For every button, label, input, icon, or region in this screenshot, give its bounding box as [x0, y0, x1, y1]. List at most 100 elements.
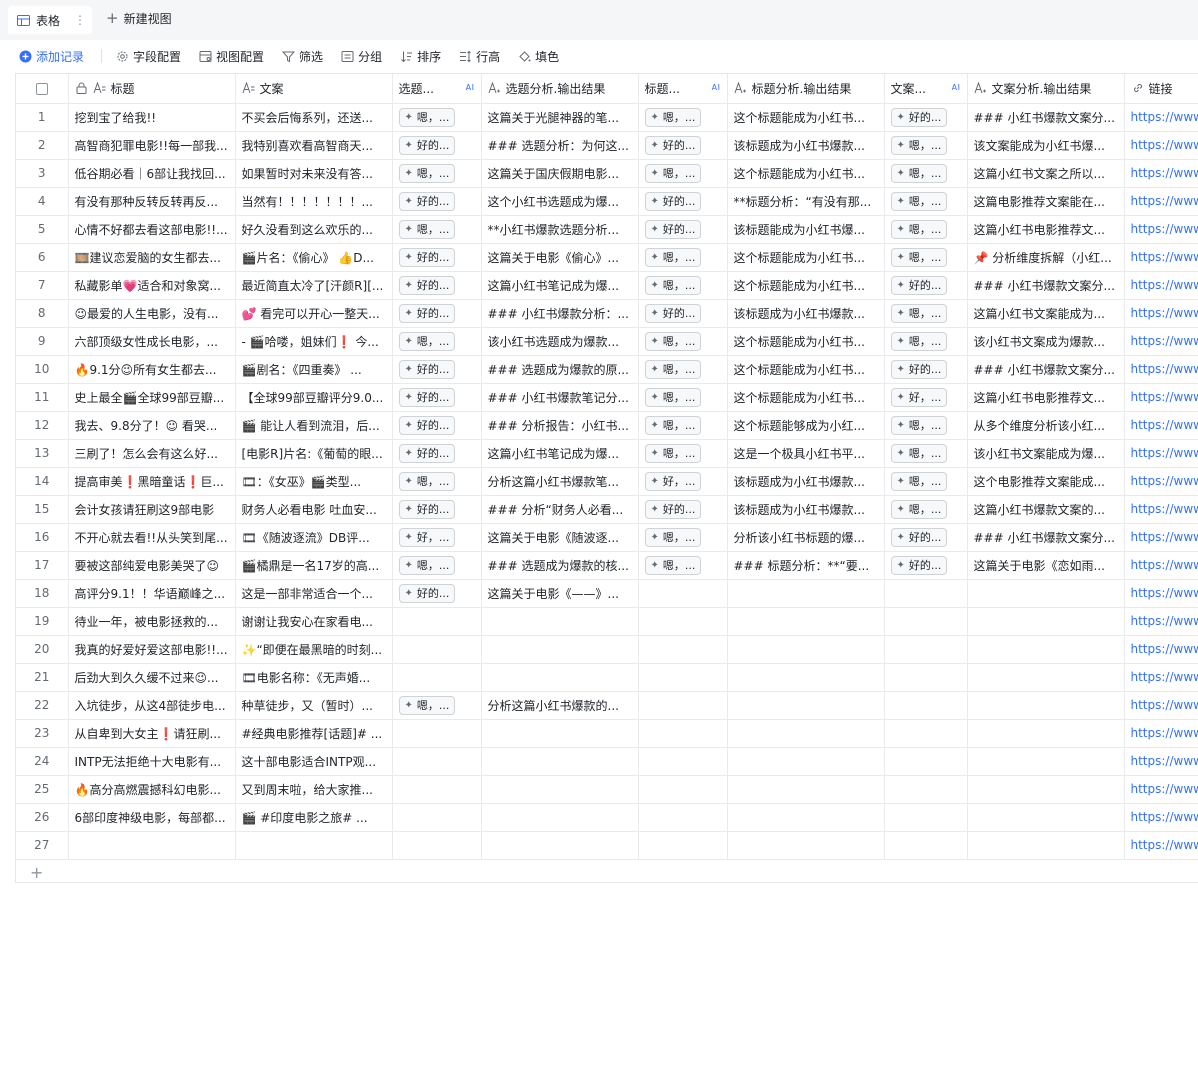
cell-title[interactable]: 高评分9.1！！华语巅峰之... — [68, 579, 236, 608]
cell-title-out[interactable]: 这个标题能成为小红书... — [727, 103, 885, 132]
row-height-button[interactable]: 行高 — [458, 44, 500, 68]
sort-button[interactable]: 排序 — [399, 44, 441, 68]
cell-title[interactable]: 从自卑到大女主❗请狂刷... — [68, 719, 236, 748]
table-row[interactable]: 25 🔥高分高燃震撼科幻电影... 又到周末啦，给大家推... https://www — [16, 775, 1198, 804]
cell-title[interactable]: 要被这部纯爱电影美哭了😉 — [68, 551, 236, 580]
table-row[interactable]: 5 心情不好都去看这部电影!!... 好久没看到这么欢乐的... ✦ 嗯，... **小红… — [16, 215, 1198, 244]
ai-result-chip[interactable]: ✦ 嗯，... — [398, 163, 456, 183]
cell-title[interactable]: 私藏影单💗适合和对象窝... — [68, 271, 236, 300]
cell-title[interactable]: 后劲大到久久缓不过来😉... — [68, 663, 236, 692]
column-header-title-ai[interactable]: 标题... AI — [638, 74, 728, 104]
ai-result-chip[interactable]: ✦ 好的... — [890, 275, 948, 295]
cell-title-out[interactable] — [727, 747, 885, 776]
link-text[interactable]: https://www — [1131, 782, 1198, 796]
cell-topic[interactable]: ✦ 嗯，... — [392, 551, 482, 580]
link-text[interactable]: https://www — [1131, 390, 1198, 404]
table-row[interactable]: 14 提高审美❗黑暗童话❗巨... 🎞：《女巫》🎬类型... ✦ 嗯，... 分析这篇小红… — [16, 467, 1198, 496]
cell-copy[interactable] — [235, 831, 393, 860]
cell-copy-out[interactable]: ### 小红书爆款文案分... — [967, 355, 1125, 384]
ai-result-chip[interactable]: ✦ 嗯，... — [644, 527, 702, 547]
ai-result-chip[interactable]: ✦ 好的... — [398, 275, 456, 295]
cell-title-out[interactable]: 这个标题能成为小红书... — [727, 327, 885, 356]
cell-title-out[interactable]: 这个标题能成为小红书... — [727, 383, 885, 412]
link-text[interactable]: https://www — [1131, 642, 1198, 656]
cell-copy[interactable]: 🎞：《女巫》🎬类型... — [235, 467, 393, 496]
cell-copy[interactable]: 这是一部非常适合一个... — [235, 579, 393, 608]
cell-topic-out[interactable]: ### 分析报告：小红书... — [481, 411, 639, 440]
cell-title[interactable]: 六部顶级女性成长电影，... — [68, 327, 236, 356]
group-button[interactable]: 分组 — [340, 44, 382, 68]
link-text[interactable]: https://www — [1131, 362, 1198, 376]
cell-copy-out[interactable]: ### 小红书爆款文案分... — [967, 271, 1125, 300]
cell-topic-out[interactable]: 分析这篇小红书爆款笔... — [481, 467, 639, 496]
cell-link[interactable]: https://www — [1124, 103, 1198, 132]
ai-result-chip[interactable]: ✦ 好的... — [644, 499, 702, 519]
cell-topic-out[interactable]: 这篇关于国庆假期电影... — [481, 159, 639, 188]
cell-topic-out[interactable]: **小红书爆款选题分析... — [481, 215, 639, 244]
cell-topic-out[interactable] — [481, 719, 639, 748]
cell-link[interactable]: https://www — [1124, 215, 1198, 244]
link-text[interactable]: https://www — [1131, 278, 1198, 292]
cell-link[interactable]: https://www — [1124, 551, 1198, 580]
cell-title-ai[interactable]: ✦ 好的... — [638, 215, 728, 244]
cell-topic-out[interactable]: 这篇关于电影《——》... — [481, 579, 639, 608]
cell-copy[interactable]: 我特别喜欢看高智商天... — [235, 131, 393, 160]
cell-title-out[interactable]: 该标题成为小红书爆款... — [727, 467, 885, 496]
select-all-checkbox[interactable] — [16, 74, 69, 104]
cell-title-ai[interactable] — [638, 747, 728, 776]
link-text[interactable]: https://www — [1131, 726, 1198, 740]
ai-result-chip[interactable]: ✦ 嗯，... — [644, 443, 702, 463]
cell-title-out[interactable] — [727, 607, 885, 636]
cell-copy[interactable]: 🎬橘鼎是一名17岁的高... — [235, 551, 393, 580]
ai-result-chip[interactable]: ✦ 好的... — [398, 191, 456, 211]
cell-copy-ai[interactable] — [884, 579, 968, 608]
cell-link[interactable]: https://www — [1124, 691, 1198, 720]
cell-copy-out[interactable]: 这篇小红书电影推荐文... — [967, 383, 1125, 412]
fill-color-button[interactable]: 填色 — [517, 44, 559, 68]
link-text[interactable]: https://www — [1131, 838, 1198, 852]
cell-topic-out[interactable]: ### 选题成为爆款的核... — [481, 551, 639, 580]
cell-title[interactable]: 😉最爱的人生电影，没有... — [68, 299, 236, 328]
cell-copy[interactable]: 【全球99部豆瓣评分9.0... — [235, 383, 393, 412]
cell-topic-out[interactable]: 该小红书选题成为爆款... — [481, 327, 639, 356]
link-text[interactable]: https://www — [1131, 250, 1198, 264]
cell-title-out[interactable]: 该标题成为小红书爆款... — [727, 131, 885, 160]
table-row[interactable]: 2 高智商犯罪电影!!每一部我... 我特别喜欢看高智商天... ✦ 好的... ### … — [16, 131, 1198, 160]
cell-title-ai[interactable] — [638, 803, 728, 832]
ai-result-chip[interactable]: ✦ 好的... — [644, 191, 702, 211]
ai-result-chip[interactable]: ✦ 嗯，... — [398, 695, 456, 715]
cell-topic[interactable]: ✦ 嗯，... — [392, 691, 482, 720]
cell-title-ai[interactable]: ✦ 好的... — [638, 131, 728, 160]
cell-copy-out[interactable] — [967, 803, 1125, 832]
cell-topic-out[interactable]: ### 选题成为爆款的原... — [481, 355, 639, 384]
ai-result-chip[interactable]: ✦ 嗯，... — [644, 247, 702, 267]
link-text[interactable]: https://www — [1131, 110, 1198, 124]
column-header-topic-ai[interactable]: 选题... AI — [392, 74, 482, 104]
cell-title[interactable]: 心情不好都去看这部电影!!... — [68, 215, 236, 244]
link-text[interactable]: https://www — [1131, 222, 1198, 236]
cell-link[interactable]: https://www — [1124, 467, 1198, 496]
cell-title-ai[interactable] — [638, 607, 728, 636]
table-row[interactable]: 19 待业一年，被电影拯救的... 谢谢让我安心在家看电... https://www — [16, 607, 1198, 636]
cell-copy[interactable]: 谢谢让我安心在家看电... — [235, 607, 393, 636]
cell-link[interactable]: https://www — [1124, 187, 1198, 216]
cell-copy-out[interactable]: 这篇关于电影《恋如雨... — [967, 551, 1125, 580]
cell-copy-ai[interactable] — [884, 831, 968, 860]
cell-topic-out[interactable] — [481, 663, 639, 692]
cell-topic[interactable]: ✦ 好的... — [392, 411, 482, 440]
cell-link[interactable]: https://www — [1124, 803, 1198, 832]
ai-result-chip[interactable]: ✦ 好的... — [644, 135, 702, 155]
link-text[interactable]: https://www — [1131, 446, 1198, 460]
cell-link[interactable]: https://www — [1124, 271, 1198, 300]
cell-title-ai[interactable]: ✦ 嗯，... — [638, 551, 728, 580]
table-row[interactable]: 24 INTP无法拒绝十大电影有... 这十部电影适合INTP观... https:/… — [16, 747, 1198, 776]
ai-result-chip[interactable]: ✦ 好，... — [398, 527, 456, 547]
cell-topic-out[interactable] — [481, 803, 639, 832]
table-row[interactable]: 20 我真的好爱好爱这部电影!!... ✨“即便在最黑暗的时刻... https://… — [16, 635, 1198, 664]
ai-result-chip[interactable]: ✦ 嗯，... — [644, 107, 702, 127]
cell-copy[interactable]: 🎬 #印度电影之旅# ... — [235, 803, 393, 832]
cell-title-ai[interactable]: ✦ 嗯，... — [638, 243, 728, 272]
cell-topic-out[interactable] — [481, 747, 639, 776]
cell-copy-ai[interactable]: ✦ 好的... — [884, 271, 968, 300]
cell-topic[interactable]: ✦ 好的... — [392, 187, 482, 216]
